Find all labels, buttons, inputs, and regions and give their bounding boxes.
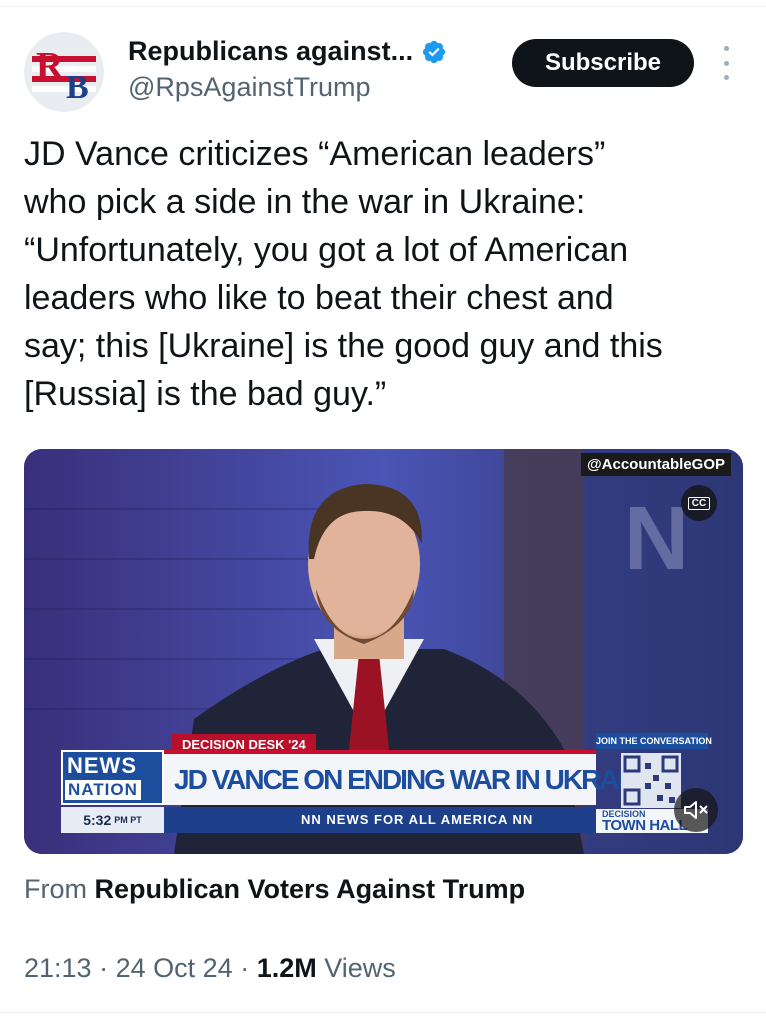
broadcast-time-value: 5:32 [83,812,112,828]
town-hall-bottom: TOWN HALL [602,817,688,834]
bottom-divider [0,1012,766,1013]
news-nation-logo: NEWS NATION [61,750,164,805]
tweet-line: JD Vance criticizes “American leaders” [24,135,606,173]
subscribe-button[interactable]: Subscribe [512,39,694,87]
video-player[interactable]: N @AccountableGOP CC DECISION DESK '24 N… [24,449,743,854]
tweet-line: say; this [Ukraine] is the good guy and … [24,327,663,365]
watermark: @AccountableGOP [581,453,731,476]
video-headline: JD VANCE ON ENDING WAR IN UKRAINE [174,763,660,795]
captions-button[interactable]: CC [681,485,717,521]
more-dot [723,46,729,51]
avatar-letter-r: R [36,45,64,87]
from-source-link[interactable]: Republican Voters Against Trump [95,874,526,904]
more-vertical-icon[interactable] [716,46,736,80]
headline-bar: JD VANCE ON ENDING WAR IN UKRAINE [164,750,660,805]
avatar-letter-b: B [66,69,89,106]
views-label: Views [324,953,396,983]
tweet-line: leaders who like to beat their chest and [24,279,614,317]
tweet-line: [Russia] is the bad guy.” [24,375,387,413]
media-source[interactable]: From Republican Voters Against Trump [24,874,525,905]
avatar-logo: R B [24,32,104,112]
meta-separator: · [99,953,109,983]
author-name-row[interactable]: Republicans against... [128,36,447,67]
logo-nation-text: NATION [65,780,141,800]
captions-icon: CC [687,496,711,510]
meta-separator: · [240,953,250,983]
avatar[interactable]: R B [24,32,104,112]
tweet-meta: 21:13 · 24 Oct 24 · 1.2M Views [24,953,396,984]
verified-badge-icon [422,40,446,63]
qr-code-icon [621,753,681,808]
ticker-bar: 5:32 PM PT NN NEWS FOR ALL AMERICA NN [61,807,596,833]
broadcast-time: 5:32 PM PT [61,807,164,833]
speaker-muted-icon[interactable] [674,788,718,832]
more-dot [723,75,729,80]
tweet-line: “Unfortunately, you got a lot of America… [24,231,629,269]
top-divider [0,6,766,7]
tweet-date[interactable]: 24 Oct 24 [116,953,233,983]
tweet-line: who pick a side in the war in Ukraine: [24,183,586,221]
from-prefix: From [24,874,87,904]
more-dot [723,60,729,66]
join-label: JOIN THE CONVERSATION [596,733,712,749]
svg-text:N: N [624,489,689,589]
views-count: 1.2M [256,953,317,983]
tweet-time[interactable]: 21:13 [24,953,92,983]
broadcast-time-suffix: PM PT [114,815,142,825]
tweet-text: JD Vance criticizes “American leaders” w… [24,130,744,418]
author-handle[interactable]: @RpsAgainstTrump [128,72,371,103]
ticker-tagline: NN NEWS FOR ALL AMERICA NN [301,812,534,827]
author-name[interactable]: Republicans against... [128,36,413,67]
logo-news-text: NEWS [67,753,137,778]
